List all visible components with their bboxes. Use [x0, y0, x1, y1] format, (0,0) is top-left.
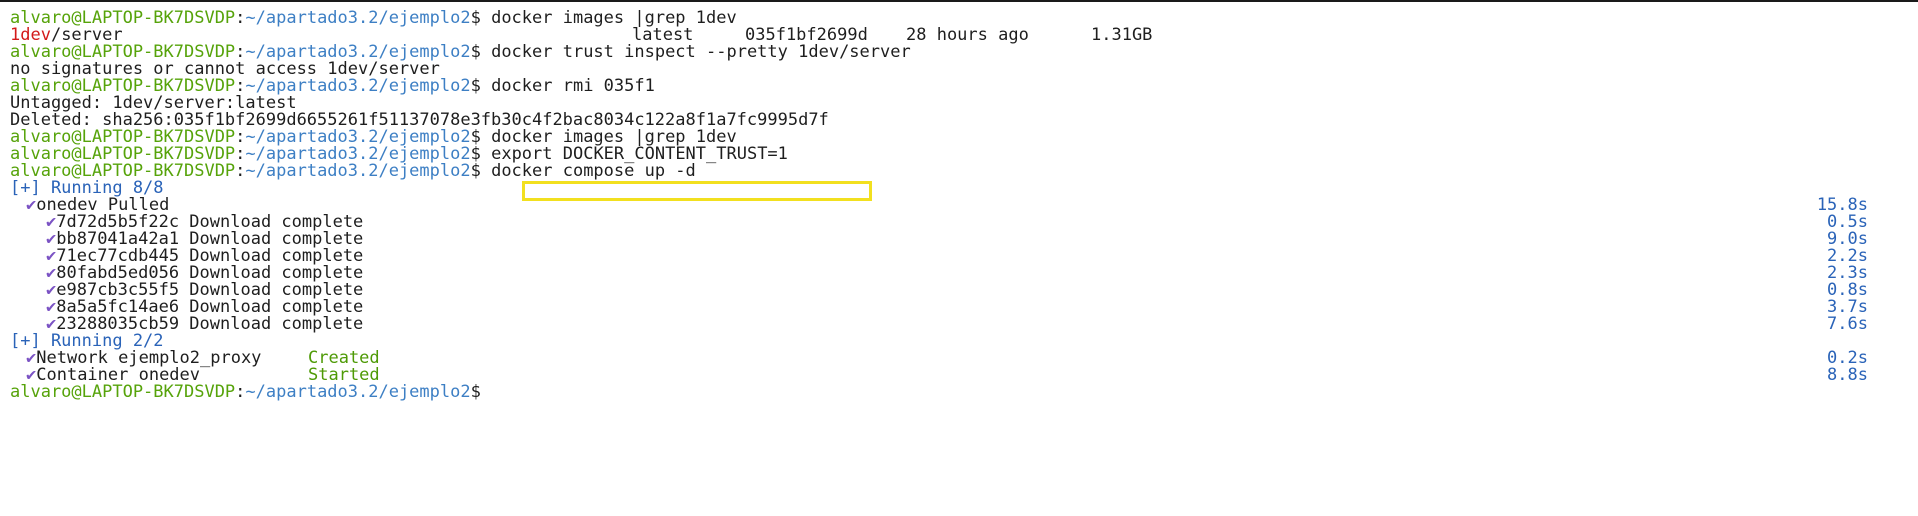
prompt-path: ~/apartado3.2/ejemplo2 [245, 8, 471, 28]
prompt-path: ~/apartado3.2/ejemplo2 [245, 161, 471, 181]
prompt-path: ~/apartado3.2/ejemplo2 [245, 382, 471, 402]
prompt-symbol: $ [470, 8, 481, 28]
terminal-line-prompt[interactable]: alvaro@LAPTOP-BK7DSVDP:~/apartado3.2/eje… [10, 382, 481, 403]
prompt-symbol: $ [470, 161, 481, 181]
prompt-user: alvaro@LAPTOP-BK7DSVDP [10, 382, 236, 402]
prompt-symbol: $ [470, 76, 481, 96]
prompt-symbol: $ [470, 42, 481, 62]
command-text: docker rmi 035f1 [480, 76, 655, 96]
terminal-output[interactable]: alvaro@LAPTOP-BK7DSVDP:~/apartado3.2/eje… [0, 0, 1918, 516]
highlight-box [522, 181, 872, 201]
image-created: 28 hours ago [906, 25, 1029, 45]
command-text: docker trust inspect --pretty 1dev/serve… [480, 42, 911, 62]
check-icon: ✔ [26, 195, 37, 215]
command-text: docker images |grep 1dev [480, 8, 737, 28]
prompt-separator: : [235, 8, 246, 28]
image-size: 1.31GB [1091, 25, 1153, 45]
command-text: docker compose up -d [480, 161, 696, 181]
prompt-separator: : [235, 382, 246, 402]
prompt-separator: : [235, 161, 246, 181]
duration-text: 7.6s [1827, 314, 1868, 334]
duration-text: 8.8s [1827, 365, 1868, 385]
prompt-symbol: $ [470, 382, 481, 402]
